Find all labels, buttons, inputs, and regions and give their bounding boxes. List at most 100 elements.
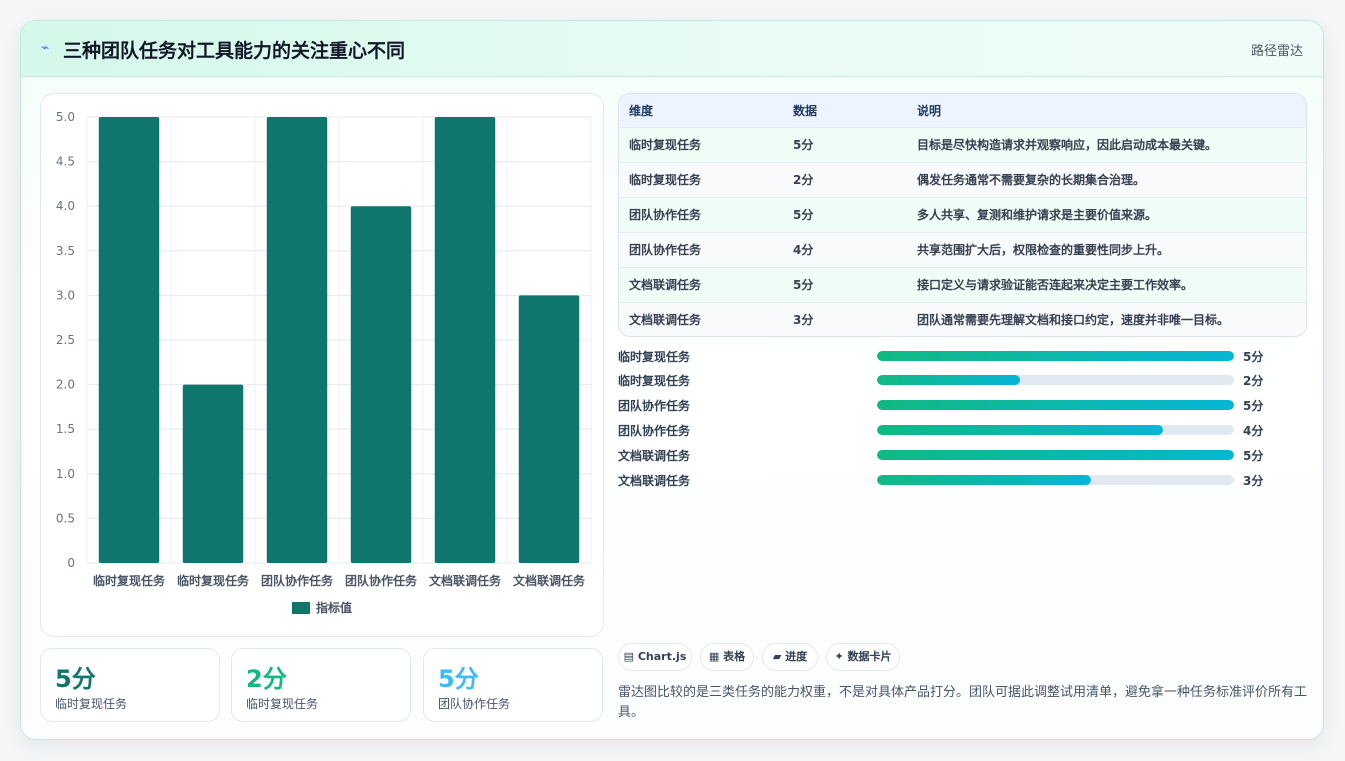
- progress-row: 临时复现任务 2分: [618, 370, 1307, 390]
- table-cell: 临时复现任务: [629, 138, 702, 152]
- progress-value: 5分: [1243, 399, 1264, 413]
- progress-row: 临时复现任务 5分: [618, 346, 1307, 366]
- table-cell: 目标是尽快构造请求并观察响应，因此启动成本最关键。: [917, 138, 1218, 152]
- x-tick-label: 临时复现任务: [177, 573, 250, 588]
- page-title: 三种团队任务对工具能力的关注重心不同: [63, 40, 406, 62]
- y-tick-label: 0.5: [56, 511, 75, 525]
- table-cell: 5分: [793, 278, 814, 292]
- y-tick-label: 5.0: [56, 110, 75, 124]
- bar-chart-panel: 0 0.5 1.0 1.5 2.0 2.5 3.0 3.5 4.0 4.5 5.0 临时复现任务 临时复…: [40, 93, 604, 637]
- table-cell: 4分: [793, 243, 814, 257]
- progress-label: 临时复现任务: [618, 374, 691, 388]
- table-row: 文档联调任务 3分 团队通常需要先理解文档和接口约定，速度并非唯一目标。: [619, 302, 1306, 336]
- table-cell: 接口定义与请求验证能否连起来决定主要工作效率。: [917, 278, 1194, 292]
- table-cell: 多人共享、复测和维护请求是主要价值来源。: [917, 208, 1158, 222]
- progress-label: 文档联调任务: [618, 474, 691, 488]
- chip-progress[interactable]: ▰ 进度: [762, 643, 818, 671]
- chip-label: 数据卡片: [847, 650, 892, 663]
- x-tick-label: 文档联调任务: [513, 573, 586, 588]
- table-cell: 临时复现任务: [629, 173, 702, 187]
- header-tag: 路径雷达: [1250, 44, 1303, 59]
- chip-label: 表格: [723, 650, 746, 663]
- progress-label: 临时复现任务: [618, 350, 691, 364]
- x-tick-label: 临时复现任务: [93, 573, 166, 588]
- progress-track: [877, 475, 1234, 485]
- progress-label: 团队协作任务: [618, 399, 691, 413]
- table-cell: 共享范围扩大后，权限检查的重要性同步上升。: [917, 243, 1170, 257]
- table-row: 团队协作任务 4分 共享范围扩大后，权限检查的重要性同步上升。: [619, 232, 1306, 267]
- kpi-value: 2分: [246, 665, 287, 693]
- chart-icon: ▤: [623, 650, 635, 663]
- table-cell: 团队协作任务: [629, 243, 702, 257]
- progress-value: 5分: [1243, 449, 1264, 463]
- y-tick-label: 4.0: [56, 199, 75, 213]
- bar-chart: 0 0.5 1.0 1.5 2.0 2.5 3.0 3.5 4.0 4.5 5.0 临时复现任务 临时复…: [56, 110, 592, 615]
- table-row: 临时复现任务 2分 偶发任务通常不需要复杂的长期集合治理。: [619, 162, 1306, 197]
- chip-label: Chart.js: [637, 650, 687, 663]
- column-header: 数据: [793, 103, 818, 118]
- table-cell: 文档联调任务: [629, 313, 702, 328]
- progress-fill: [877, 400, 1234, 410]
- data-table: 维度 数据 说明 临时复现任务 5分 目标是尽快构造请求并观察响应，因此启动成本…: [618, 93, 1307, 337]
- progress-value: 2分: [1243, 374, 1264, 388]
- bar: [518, 295, 580, 563]
- legend-swatch: [292, 602, 310, 614]
- kpi-label: 团队协作任务: [438, 697, 511, 711]
- column-header: 说明: [917, 103, 942, 118]
- y-tick-label: 3.0: [56, 288, 75, 302]
- progress-fill: [877, 475, 1092, 485]
- table-row: 文档联调任务 5分 接口定义与请求验证能否连起来决定主要工作效率。: [619, 267, 1306, 302]
- kpi-label: 临时复现任务: [246, 697, 319, 711]
- progress-label: 团队协作任务: [618, 424, 691, 438]
- table-cell: 5分: [793, 208, 814, 222]
- progress-fill: [877, 450, 1234, 460]
- y-tick-label: 2.5: [56, 333, 75, 347]
- kpi-label: 临时复现任务: [55, 697, 128, 711]
- y-tick-label: 3.5: [56, 244, 75, 258]
- table-row: 团队协作任务 5分 多人共享、复测和维护请求是主要价值来源。: [619, 197, 1306, 232]
- footnote: 雷达图比较的是三类任务的能力权重，不是对具体产品打分。团队可据此调整试用清单，避…: [618, 685, 1308, 720]
- kpi-card-2: 2分 临时复现任务: [231, 648, 411, 722]
- chip-data-card[interactable]: ✦ 数据卡片: [826, 643, 900, 671]
- chip-chartjs[interactable]: ▤ Chart.js: [618, 643, 692, 671]
- kpi-value: 5分: [438, 665, 479, 693]
- bar: [434, 117, 496, 563]
- table-cell: 偶发任务通常不需要复杂的长期集合治理。: [917, 173, 1146, 187]
- table-cell: 2分: [793, 173, 814, 187]
- bar: [98, 117, 160, 563]
- chip-table[interactable]: ▦ 表格: [700, 643, 754, 671]
- table-row: 临时复现任务 5分 目标是尽快构造请求并观察响应，因此启动成本最关键。: [619, 127, 1306, 162]
- y-tick-label: 4.5: [56, 155, 75, 169]
- progress-list: 临时复现任务 5分 临时复现任务 2分 团队协作任务 5分 团队协作任务 4分 …: [618, 346, 1307, 496]
- progress-track: [877, 450, 1234, 460]
- progress-row: 文档联调任务 5分: [618, 445, 1307, 465]
- kpi-value: 5分: [55, 665, 96, 693]
- x-tick-label: 团队协作任务: [261, 573, 334, 588]
- progress-icon: ▰: [772, 650, 782, 663]
- y-tick-label: 1.5: [56, 422, 75, 436]
- table-cell: 3分: [793, 313, 814, 328]
- progress-fill: [877, 425, 1163, 435]
- progress-row: 文档联调任务 3分: [618, 470, 1307, 490]
- sparkle-icon: ✦: [834, 650, 844, 663]
- legend-label: 指标值: [316, 600, 352, 615]
- progress-value: 5分: [1243, 350, 1264, 364]
- bar: [266, 117, 328, 563]
- table-cell: 文档联调任务: [629, 278, 702, 292]
- bar: [182, 384, 244, 563]
- table-icon: ▦: [708, 650, 720, 663]
- bar: [350, 206, 412, 563]
- progress-row: 团队协作任务 4分: [618, 420, 1307, 440]
- table-cell: 团队协作任务: [629, 208, 702, 222]
- y-tick-label: 1.0: [56, 467, 75, 481]
- progress-track: [877, 400, 1234, 410]
- table-header-row: 维度 数据 说明: [619, 94, 1306, 127]
- progress-row: 团队协作任务 5分: [618, 395, 1307, 415]
- main-card: ⌁ 三种团队任务对工具能力的关注重心不同 路径雷达 0 0.5 1.0 1.5 2.0 2…: [20, 20, 1324, 740]
- table-cell: 团队通常需要先理解文档和接口约定，速度并非唯一目标。: [917, 313, 1230, 328]
- progress-value: 4分: [1243, 424, 1264, 438]
- bolt-icon: ⌁: [41, 40, 50, 56]
- y-tick-label: 0: [67, 556, 75, 570]
- x-tick-label: 团队协作任务: [345, 573, 418, 588]
- progress-fill: [877, 351, 1234, 361]
